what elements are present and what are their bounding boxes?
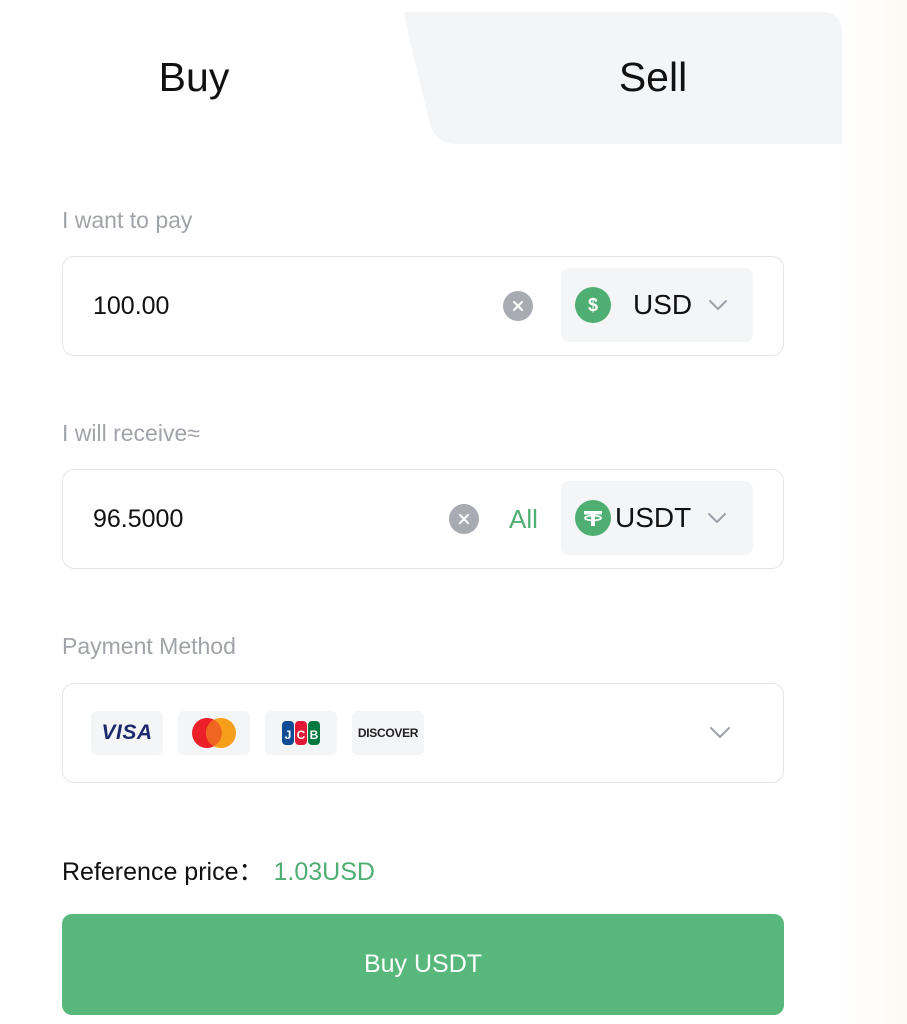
close-icon: [513, 301, 523, 311]
svg-text:J: J: [285, 728, 292, 742]
mastercard-logo: [178, 711, 250, 755]
chevron-down-icon: [710, 727, 730, 738]
reference-price: Reference price： 1.03USD: [62, 852, 375, 888]
close-icon: [459, 514, 469, 524]
receive-amount-field[interactable]: 96.5000 All USDT: [62, 469, 784, 569]
discover-logo-text: DISCOVER: [357, 726, 419, 740]
visa-logo: VISA: [91, 711, 163, 755]
reference-price-value: 1.03USD: [273, 858, 375, 886]
chevron-down-icon: [709, 300, 728, 310]
reference-price-label: Reference price：: [62, 858, 264, 886]
all-button[interactable]: All: [509, 470, 538, 568]
tab-buy[interactable]: Buy: [4, 12, 384, 144]
svg-text:$: $: [588, 295, 598, 315]
pay-amount-field[interactable]: 100.00 $ USD: [62, 256, 784, 356]
buy-usdt-button[interactable]: Buy USDT: [62, 914, 784, 1015]
payment-method-select[interactable]: VISA J C B DISCOVER: [62, 683, 784, 783]
trade-card: Buy Sell I want to pay 100.00 $ USD I wi…: [4, 12, 842, 1024]
payment-method-label: Payment Method: [62, 633, 236, 659]
receive-currency-select[interactable]: USDT: [561, 481, 753, 555]
svg-text:C: C: [297, 728, 306, 742]
pay-amount-input[interactable]: 100.00: [93, 257, 169, 355]
receive-clear-button[interactable]: [449, 504, 479, 534]
svg-text:B: B: [310, 728, 319, 742]
pay-clear-button[interactable]: [503, 291, 533, 321]
receive-label: I will receive≈: [62, 420, 200, 446]
trade-tabs: Buy Sell: [4, 12, 842, 144]
pay-label: I want to pay: [62, 207, 193, 233]
discover-logo: DISCOVER: [352, 711, 424, 755]
pay-currency-select[interactable]: $ USD: [561, 268, 753, 342]
receive-currency-label: USDT: [615, 502, 692, 533]
tether-icon: [575, 500, 611, 536]
receive-amount-input[interactable]: 96.5000: [93, 470, 183, 568]
pay-currency-label: USD: [633, 289, 693, 320]
jcb-logo: J C B: [265, 711, 337, 755]
dollar-coin-icon: $: [575, 287, 611, 323]
tab-sell[interactable]: Sell: [424, 12, 842, 144]
chevron-down-icon: [708, 513, 727, 523]
visa-logo-text: VISA: [101, 721, 153, 744]
